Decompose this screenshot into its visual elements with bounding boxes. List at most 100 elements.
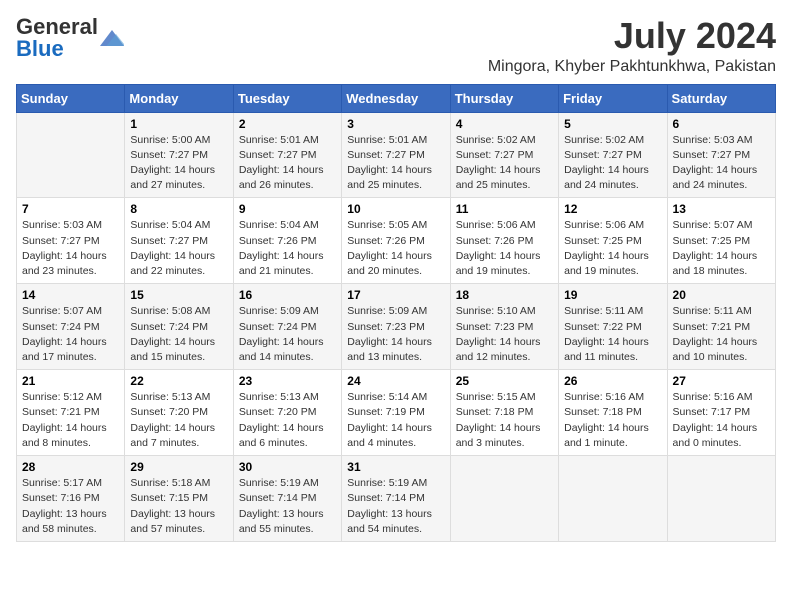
weekday-header-tuesday: Tuesday bbox=[233, 84, 341, 112]
calendar-cell: 15 Sunrise: 5:08 AMSunset: 7:24 PMDayligh… bbox=[125, 284, 233, 370]
day-info: Sunrise: 5:12 AMSunset: 7:21 PMDaylight:… bbox=[22, 390, 119, 451]
day-info: Sunrise: 5:19 AMSunset: 7:14 PMDaylight:… bbox=[239, 476, 336, 537]
day-info: Sunrise: 5:03 AMSunset: 7:27 PMDaylight:… bbox=[673, 133, 770, 194]
day-number: 24 bbox=[347, 374, 444, 388]
weekday-header-saturday: Saturday bbox=[667, 84, 775, 112]
day-info: Sunrise: 5:02 AMSunset: 7:27 PMDaylight:… bbox=[564, 133, 661, 194]
day-number: 5 bbox=[564, 117, 661, 131]
day-number: 20 bbox=[673, 288, 770, 302]
day-number: 15 bbox=[130, 288, 227, 302]
calendar-cell: 13Sunrise: 5:07 AMSunset: 7:25 PMDayligh… bbox=[667, 198, 775, 284]
calendar-cell: 16Sunrise: 5:09 AMSunset: 7:24 PMDayligh… bbox=[233, 284, 341, 370]
weekday-header-wednesday: Wednesday bbox=[342, 84, 450, 112]
calendar-cell: 28 Sunrise: 5:17 AMSunset: 7:16 PMDayligh… bbox=[17, 456, 125, 542]
day-info: Sunrise: 5:04 AMSunset: 7:27 PMDaylight:… bbox=[130, 218, 227, 279]
calendar-cell bbox=[559, 456, 667, 542]
day-number: 25 bbox=[456, 374, 553, 388]
logo-icon bbox=[100, 30, 124, 46]
day-info: Sunrise: 5:17 AMSunset: 7:16 PMDaylight:… bbox=[22, 476, 119, 537]
calendar-cell: 31Sunrise: 5:19 AMSunset: 7:14 PMDayligh… bbox=[342, 456, 450, 542]
weekday-header-sunday: Sunday bbox=[17, 84, 125, 112]
day-info: Sunrise: 5:06 AMSunset: 7:26 PMDaylight:… bbox=[456, 218, 553, 279]
day-info: Sunrise: 5:01 AMSunset: 7:27 PMDaylight:… bbox=[347, 133, 444, 194]
calendar-cell: 29 Sunrise: 5:18 AMSunset: 7:15 PMDayligh… bbox=[125, 456, 233, 542]
calendar-week-row: 28 Sunrise: 5:17 AMSunset: 7:16 PMDayligh… bbox=[17, 456, 776, 542]
day-info: Sunrise: 5:06 AMSunset: 7:25 PMDaylight:… bbox=[564, 218, 661, 279]
calendar-week-row: 1Sunrise: 5:00 AMSunset: 7:27 PMDaylight… bbox=[17, 112, 776, 198]
day-number: 28 bbox=[22, 460, 119, 474]
calendar-cell: 14 Sunrise: 5:07 AMSunset: 7:24 PMDayligh… bbox=[17, 284, 125, 370]
calendar-header: SundayMondayTuesdayWednesdayThursdayFrid… bbox=[17, 84, 776, 112]
day-number: 21 bbox=[22, 374, 119, 388]
calendar-body: 1Sunrise: 5:00 AMSunset: 7:27 PMDaylight… bbox=[17, 112, 776, 541]
weekday-header-monday: Monday bbox=[125, 84, 233, 112]
day-number: 10 bbox=[347, 202, 444, 216]
calendar-week-row: 21 Sunrise: 5:12 AMSunset: 7:21 PMDayligh… bbox=[17, 370, 776, 456]
day-info: Sunrise: 5:03 AMSunset: 7:27 PMDaylight:… bbox=[22, 218, 119, 279]
calendar-cell: 23 Sunrise: 5:13 AMSunset: 7:20 PMDayligh… bbox=[233, 370, 341, 456]
day-number: 13 bbox=[673, 202, 770, 216]
day-info: Sunrise: 5:13 AMSunset: 7:20 PMDaylight:… bbox=[239, 390, 336, 451]
day-number: 26 bbox=[564, 374, 661, 388]
day-number: 30 bbox=[239, 460, 336, 474]
calendar-cell: 30 Sunrise: 5:19 AMSunset: 7:14 PMDayligh… bbox=[233, 456, 341, 542]
day-info: Sunrise: 5:04 AMSunset: 7:26 PMDaylight:… bbox=[239, 218, 336, 279]
calendar-cell: 8 Sunrise: 5:04 AMSunset: 7:27 PMDaylight… bbox=[125, 198, 233, 284]
day-number: 1 bbox=[130, 117, 227, 131]
calendar-cell: 20 Sunrise: 5:11 AMSunset: 7:21 PMDayligh… bbox=[667, 284, 775, 370]
day-number: 3 bbox=[347, 117, 444, 131]
day-number: 4 bbox=[456, 117, 553, 131]
weekday-header-friday: Friday bbox=[559, 84, 667, 112]
day-number: 23 bbox=[239, 374, 336, 388]
day-number: 27 bbox=[673, 374, 770, 388]
calendar-cell: 1Sunrise: 5:00 AMSunset: 7:27 PMDaylight… bbox=[125, 112, 233, 198]
calendar-cell: 5 Sunrise: 5:02 AMSunset: 7:27 PMDaylight… bbox=[559, 112, 667, 198]
calendar-cell: 21 Sunrise: 5:12 AMSunset: 7:21 PMDayligh… bbox=[17, 370, 125, 456]
calendar-cell: 9Sunrise: 5:04 AMSunset: 7:26 PMDaylight… bbox=[233, 198, 341, 284]
day-number: 14 bbox=[22, 288, 119, 302]
day-number: 18 bbox=[456, 288, 553, 302]
weekday-header-row: SundayMondayTuesdayWednesdayThursdayFrid… bbox=[17, 84, 776, 112]
day-number: 29 bbox=[130, 460, 227, 474]
day-number: 19 bbox=[564, 288, 661, 302]
calendar-cell: 27 Sunrise: 5:16 AMSunset: 7:17 PMDayligh… bbox=[667, 370, 775, 456]
calendar-week-row: 14 Sunrise: 5:07 AMSunset: 7:24 PMDayligh… bbox=[17, 284, 776, 370]
day-info: Sunrise: 5:01 AMSunset: 7:27 PMDaylight:… bbox=[239, 133, 336, 194]
logo-text: General Blue bbox=[16, 16, 98, 60]
calendar-cell: 19Sunrise: 5:11 AMSunset: 7:22 PMDayligh… bbox=[559, 284, 667, 370]
calendar-cell: 12 Sunrise: 5:06 AMSunset: 7:25 PMDayligh… bbox=[559, 198, 667, 284]
weekday-header-thursday: Thursday bbox=[450, 84, 558, 112]
calendar-cell: 17Sunrise: 5:09 AMSunset: 7:23 PMDayligh… bbox=[342, 284, 450, 370]
day-info: Sunrise: 5:10 AMSunset: 7:23 PMDaylight:… bbox=[456, 304, 553, 365]
calendar-cell: 3 Sunrise: 5:01 AMSunset: 7:27 PMDaylight… bbox=[342, 112, 450, 198]
day-info: Sunrise: 5:15 AMSunset: 7:18 PMDaylight:… bbox=[456, 390, 553, 451]
day-info: Sunrise: 5:08 AMSunset: 7:24 PMDaylight:… bbox=[130, 304, 227, 365]
calendar-cell bbox=[17, 112, 125, 198]
day-number: 31 bbox=[347, 460, 444, 474]
title-section: July 2024 Mingora, Khyber Pakhtunkhwa, P… bbox=[488, 16, 776, 76]
day-number: 2 bbox=[239, 117, 336, 131]
day-info: Sunrise: 5:16 AMSunset: 7:17 PMDaylight:… bbox=[673, 390, 770, 451]
page-header: General Blue July 2024 Mingora, Khyber P… bbox=[16, 16, 776, 76]
day-number: 8 bbox=[130, 202, 227, 216]
day-info: Sunrise: 5:13 AMSunset: 7:20 PMDaylight:… bbox=[130, 390, 227, 451]
day-number: 12 bbox=[564, 202, 661, 216]
calendar-cell: 7Sunrise: 5:03 AMSunset: 7:27 PMDaylight… bbox=[17, 198, 125, 284]
calendar-cell bbox=[667, 456, 775, 542]
calendar-cell: 2 Sunrise: 5:01 AMSunset: 7:27 PMDaylight… bbox=[233, 112, 341, 198]
day-number: 22 bbox=[130, 374, 227, 388]
day-info: Sunrise: 5:14 AMSunset: 7:19 PMDaylight:… bbox=[347, 390, 444, 451]
day-info: Sunrise: 5:11 AMSunset: 7:21 PMDaylight:… bbox=[673, 304, 770, 365]
calendar-cell: 18 Sunrise: 5:10 AMSunset: 7:23 PMDayligh… bbox=[450, 284, 558, 370]
calendar-cell: 4 Sunrise: 5:02 AMSunset: 7:27 PMDaylight… bbox=[450, 112, 558, 198]
day-info: Sunrise: 5:09 AMSunset: 7:24 PMDaylight:… bbox=[239, 304, 336, 365]
day-info: Sunrise: 5:09 AMSunset: 7:23 PMDaylight:… bbox=[347, 304, 444, 365]
day-info: Sunrise: 5:02 AMSunset: 7:27 PMDaylight:… bbox=[456, 133, 553, 194]
day-info: Sunrise: 5:07 AMSunset: 7:24 PMDaylight:… bbox=[22, 304, 119, 365]
calendar-table: SundayMondayTuesdayWednesdayThursdayFrid… bbox=[16, 84, 776, 542]
calendar-cell: 11Sunrise: 5:06 AMSunset: 7:26 PMDayligh… bbox=[450, 198, 558, 284]
calendar-cell: 26Sunrise: 5:16 AMSunset: 7:18 PMDayligh… bbox=[559, 370, 667, 456]
day-info: Sunrise: 5:18 AMSunset: 7:15 PMDaylight:… bbox=[130, 476, 227, 537]
logo-blue: Blue bbox=[16, 36, 64, 61]
day-number: 6 bbox=[673, 117, 770, 131]
